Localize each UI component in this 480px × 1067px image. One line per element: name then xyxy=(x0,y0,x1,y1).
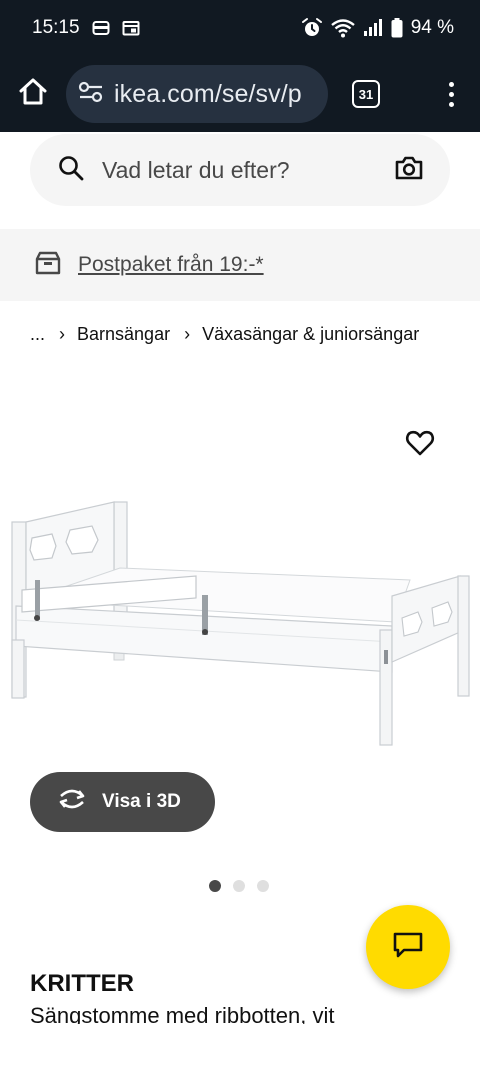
tab-switcher-button[interactable]: 31 xyxy=(352,80,380,108)
wifi-icon xyxy=(330,18,355,38)
product-name: KRITTER xyxy=(30,970,134,997)
search-icon xyxy=(58,155,84,186)
heart-icon[interactable] xyxy=(402,425,438,461)
signal-icon xyxy=(363,19,383,37)
notification-wallet-icon xyxy=(92,20,110,36)
status-time: 15:15 xyxy=(32,17,80,38)
breadcrumb-item-barnsangar[interactable]: Barnsängar xyxy=(77,324,170,345)
alarm-icon xyxy=(301,17,323,39)
search-placeholder: Vad letar du efter? xyxy=(102,156,290,183)
tab-count: 31 xyxy=(358,86,374,102)
parcel-icon xyxy=(34,250,62,281)
carousel-dot[interactable] xyxy=(233,880,245,892)
carousel-dot-active[interactable] xyxy=(209,880,221,892)
battery-level: 94 % xyxy=(410,17,454,38)
delivery-promo-link[interactable]: Postpaket från 19:-* xyxy=(78,253,264,277)
home-icon[interactable] xyxy=(18,77,48,112)
breadcrumb-separator: › xyxy=(59,323,66,344)
breadcrumb: ... › Barnsängar › Växasängar & juniorsä… xyxy=(30,320,419,348)
notification-calendar-icon xyxy=(122,20,140,36)
breadcrumb-ellipsis[interactable]: ... xyxy=(30,324,45,345)
breadcrumb-item-vaxasangar[interactable]: Växasängar & juniorsängar xyxy=(202,324,419,345)
url-text[interactable]: ikea.com/se/sv/p xyxy=(114,80,302,109)
view-in-3d-label: Visa i 3D xyxy=(102,791,181,812)
browser-menu-button[interactable] xyxy=(439,78,464,111)
chat-button[interactable] xyxy=(366,905,450,989)
address-bar[interactable]: ikea.com/se/sv/p xyxy=(66,65,328,123)
search-input[interactable]: Vad letar du efter? xyxy=(30,134,450,206)
battery-icon xyxy=(391,18,403,38)
tune-icon[interactable] xyxy=(78,80,104,109)
image-carousel-indicator xyxy=(209,880,269,892)
rotate-3d-icon xyxy=(56,788,88,816)
product-description: Sängstomme med ribbotten, vit xyxy=(30,1003,335,1024)
breadcrumb-separator: › xyxy=(184,323,191,344)
delivery-promo: Postpaket från 19:-* xyxy=(0,229,480,301)
view-in-3d-button[interactable]: Visa i 3D xyxy=(30,772,215,832)
camera-icon[interactable] xyxy=(394,155,424,186)
chat-icon xyxy=(392,931,424,964)
status-bar: 15:15 94 % xyxy=(0,0,480,56)
carousel-dot[interactable] xyxy=(257,880,269,892)
browser-toolbar: ikea.com/se/sv/p 31 xyxy=(0,56,480,132)
